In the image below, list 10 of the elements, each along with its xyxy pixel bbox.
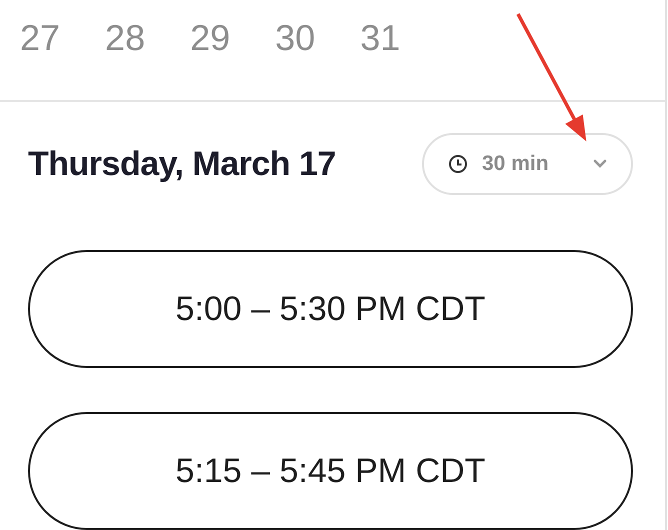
- date-number: 29: [190, 16, 230, 60]
- time-slot-button[interactable]: 5:00 – 5:30 PM CDT: [28, 250, 633, 368]
- date-number: 27: [20, 16, 60, 60]
- chevron-down-icon: [593, 159, 607, 169]
- time-slot-button[interactable]: 5:15 – 5:45 PM CDT: [28, 412, 633, 530]
- date-number: 31: [360, 16, 400, 60]
- date-number: 28: [105, 16, 146, 60]
- clock-icon: [448, 154, 468, 174]
- date-number: 30: [275, 16, 316, 60]
- day-heading: Thursday, March 17: [28, 144, 336, 184]
